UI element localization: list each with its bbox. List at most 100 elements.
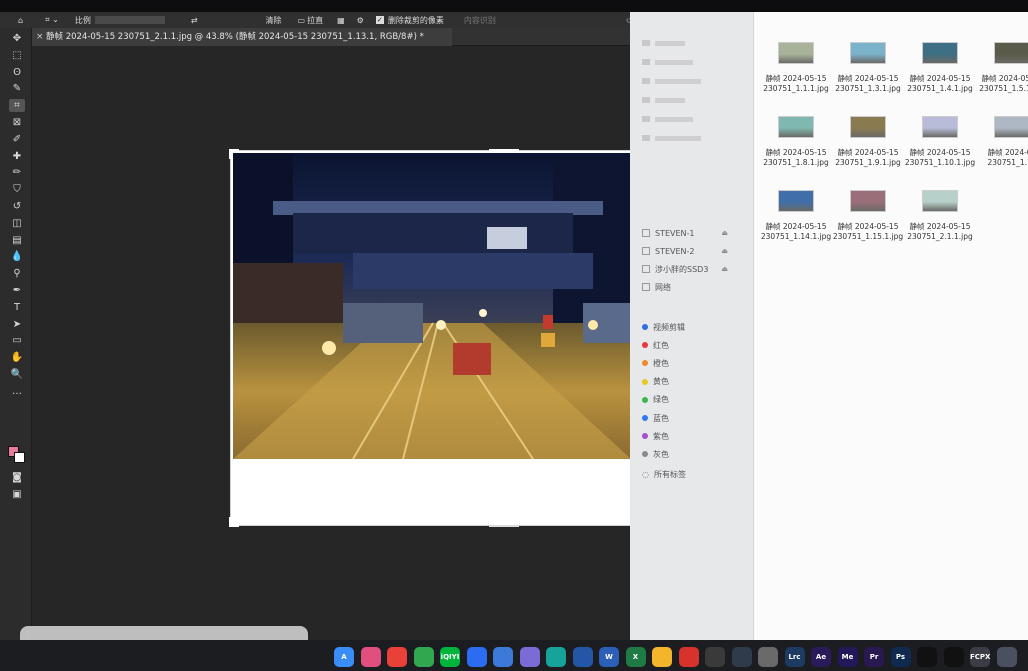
zoom-tool-icon[interactable]: 🔍: [9, 368, 25, 381]
davinci-icon[interactable]: [731, 647, 752, 667]
app-h-icon[interactable]: [572, 647, 593, 667]
sidebar-location[interactable]: 涉小胖的SSD3 ⏏: [642, 262, 742, 276]
sidebar-item-favorite[interactable]: [642, 112, 693, 126]
file-item[interactable]: 静帧 2024-05-15 230751_1.14.1.jpg: [760, 186, 832, 248]
app-store-icon[interactable]: A: [334, 647, 354, 667]
file-item[interactable]: 静帧 2024-05-15 230751_1.10.1.jpg: [904, 112, 976, 174]
lightroom-classic-icon[interactable]: Lrc: [784, 647, 805, 667]
app-b-icon[interactable]: [387, 647, 407, 667]
document-canvas[interactable]: [229, 149, 632, 527]
sidebar-tag[interactable]: 橙色: [642, 356, 669, 370]
eject-icon[interactable]: ⏏: [721, 229, 728, 237]
photoshop-icon[interactable]: Ps: [890, 647, 911, 667]
hand-tool-icon[interactable]: ✋: [9, 351, 25, 364]
app-d-icon[interactable]: [466, 647, 487, 667]
app-j-icon[interactable]: [758, 647, 778, 667]
sidebar-location[interactable]: 网络: [642, 280, 742, 294]
file-item[interactable]: 静帧 2024-05-15 230751_1.3.1.jpg: [832, 38, 904, 100]
sidebar-item-favorite[interactable]: [642, 131, 701, 145]
type-tool-icon[interactable]: T: [9, 301, 25, 314]
file-item[interactable]: 静帧 2024-05-15 230751_2.1.1.jpg: [904, 186, 976, 248]
sidebar-tag[interactable]: 灰色: [642, 447, 669, 461]
file-item[interactable]: 静帧 2024-05-15 230751_1.15.1.jpg: [832, 186, 904, 248]
final-cut-icon[interactable]: FCPX: [970, 647, 990, 667]
sidebar-tag[interactable]: 红色: [642, 338, 669, 352]
path-select-tool-icon[interactable]: ➤: [9, 318, 25, 331]
eraser-tool-icon[interactable]: ◫: [9, 217, 25, 230]
settings-gear-icon[interactable]: ⚙: [357, 16, 364, 25]
tiktok-icon[interactable]: [943, 647, 964, 667]
capcut-icon[interactable]: [917, 647, 937, 667]
crop-handle-bottom[interactable]: [489, 525, 519, 527]
app-e-icon[interactable]: [493, 647, 513, 667]
blur-tool-icon[interactable]: 💧: [9, 250, 25, 263]
crop-preset-icon[interactable]: ⌗ ⌄: [45, 15, 59, 25]
clear-button[interactable]: 清除: [266, 15, 282, 26]
eyedropper-tool-icon[interactable]: ✐: [9, 133, 25, 146]
sidebar-item-favorite[interactable]: [642, 93, 685, 107]
sidebar-tag[interactable]: 蓝色: [642, 411, 669, 425]
frame-tool-icon[interactable]: ⊠: [9, 116, 25, 129]
sidebar-item-favorite[interactable]: [642, 36, 685, 50]
crop-tool-icon[interactable]: ⌗: [9, 99, 25, 113]
crop-handle-bottom-left[interactable]: [229, 517, 239, 527]
home-icon[interactable]: ⌂: [18, 16, 23, 25]
eject-icon[interactable]: ⏏: [721, 247, 728, 255]
brush-tool-icon[interactable]: ✏: [9, 166, 25, 179]
swap-icon[interactable]: ⇄: [191, 16, 198, 25]
app-c-icon[interactable]: [413, 647, 434, 667]
sidebar-tag[interactable]: 黄色: [642, 375, 669, 389]
straighten-icon[interactable]: ▭: [298, 16, 306, 25]
stamp-tool-icon[interactable]: ⛉: [9, 183, 25, 196]
dodge-tool-icon[interactable]: ⚲: [9, 267, 25, 280]
close-tab-icon[interactable]: ×: [36, 28, 44, 46]
healing-tool-icon[interactable]: ✚: [9, 150, 25, 163]
app-a-icon[interactable]: [360, 647, 381, 667]
after-effects-icon[interactable]: Ae: [811, 647, 831, 667]
grid-overlay-icon[interactable]: ▦: [337, 16, 345, 25]
claquette-icon[interactable]: [705, 647, 725, 667]
sidebar-tag[interactable]: 绿色: [642, 393, 669, 407]
premiere-icon[interactable]: Pr: [864, 647, 884, 667]
file-item[interactable]: 静帧 2024-05230751_1.11: [976, 112, 1028, 174]
media-encoder-icon[interactable]: Me: [837, 647, 858, 667]
background-color-swatch[interactable]: [14, 452, 25, 463]
app-g-icon[interactable]: [546, 647, 566, 667]
file-item[interactable]: 静帧 2024-05-15230751_1.5.1.jpg: [976, 38, 1028, 100]
document-tab[interactable]: × 静帧 2024-05-15 230751_2.1.1.jpg @ 43.8%…: [32, 28, 452, 46]
word-icon[interactable]: W: [599, 647, 619, 667]
quick-mask-icon[interactable]: ◙: [9, 471, 25, 484]
move-tool-icon[interactable]: ✥: [9, 32, 25, 45]
sidebar-item-favorite[interactable]: [642, 55, 693, 69]
app-k-icon[interactable]: [996, 647, 1017, 667]
file-item[interactable]: 静帧 2024-05-15 230751_1.4.1.jpg: [904, 38, 976, 100]
rectangle-tool-icon[interactable]: ▭: [9, 334, 25, 347]
ratio-input[interactable]: [94, 16, 165, 24]
screen-mode-icon[interactable]: ▣: [9, 488, 25, 501]
sidebar-item-favorite[interactable]: [642, 74, 701, 88]
netease-music-icon[interactable]: [678, 647, 699, 667]
ratio-label[interactable]: 比例: [75, 15, 91, 26]
sidebar-tag[interactable]: 视频剪辑: [642, 320, 685, 334]
crop-handle-top-left[interactable]: [229, 149, 239, 159]
pen-tool-icon[interactable]: ✒: [9, 284, 25, 297]
sidebar-location[interactable]: STEVEN-2 ⏏: [642, 244, 742, 258]
gradient-tool-icon[interactable]: ▤: [9, 234, 25, 247]
sidebar-all-tags[interactable]: ◌ 所有标签: [642, 467, 686, 481]
iqiyi-icon[interactable]: iQIYI: [440, 647, 460, 667]
sidebar-location[interactable]: STEVEN-1 ⏏: [642, 226, 742, 240]
more-tools-icon[interactable]: …: [9, 385, 25, 398]
eject-icon[interactable]: ⏏: [721, 265, 728, 273]
file-item[interactable]: 静帧 2024-05-15 230751_1.1.1.jpg: [760, 38, 832, 100]
crop-handle-top[interactable]: [489, 149, 519, 151]
content-aware-label[interactable]: 内容识别: [464, 15, 496, 26]
app-f-icon[interactable]: [519, 647, 540, 667]
file-item[interactable]: 静帧 2024-05-15 230751_1.8.1.jpg: [760, 112, 832, 174]
file-item[interactable]: 静帧 2024-05-15 230751_1.9.1.jpg: [832, 112, 904, 174]
quick-select-tool-icon[interactable]: ✎: [9, 82, 25, 95]
app-i-icon[interactable]: [652, 647, 672, 667]
marquee-tool-icon[interactable]: ⬚: [9, 49, 25, 62]
straighten-button[interactable]: 拉直: [307, 15, 323, 26]
canvas-area[interactable]: [32, 46, 632, 640]
lasso-tool-icon[interactable]: ʘ: [9, 66, 25, 79]
